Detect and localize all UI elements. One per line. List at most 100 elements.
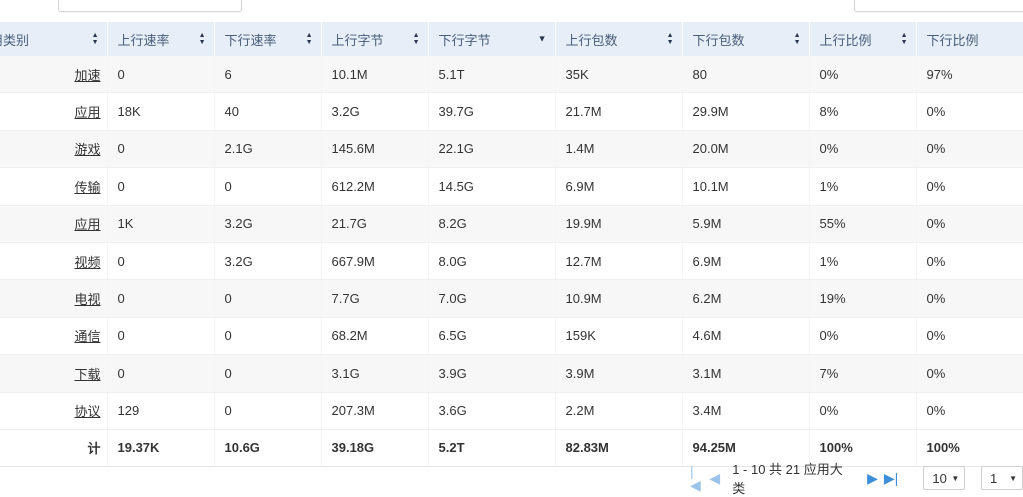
cell-up_pkts: 21.7M [555, 92, 683, 131]
cell-down_ratio: 0% [916, 354, 1023, 393]
sort-icon[interactable]: ▲ ▼ [199, 32, 206, 46]
sort-icon[interactable]: ▲ ▼ [92, 32, 99, 46]
column-header-down_ratio[interactable]: 下行比例 [916, 22, 1023, 56]
sort-icon[interactable]: ▲ ▼ [413, 32, 420, 46]
cell-up_rate: 1K [107, 205, 215, 243]
cell-up_bytes: 68.2M [321, 317, 429, 356]
cell-category: 应用 [0, 92, 108, 131]
cell-up_ratio: 0% [809, 130, 917, 169]
table-row: 视频 0 3.2G 667.9M 8.0G 12.7M 6.9M 1% 0% [0, 242, 1023, 281]
category-link[interactable]: 下载 [74, 367, 100, 382]
cell-up_pkts: 3.9M [555, 354, 683, 393]
cell-down_rate: 0 [214, 317, 322, 356]
cell-down_bytes: 6.5G [428, 317, 556, 356]
cell-down_rate: 3.2G [214, 205, 322, 243]
category-link[interactable]: 应用 [74, 217, 100, 232]
column-header-label: 上行包数 [565, 32, 618, 48]
table-row: 加速 0 6 10.1M 5.1T 35K 80 0% 97% [0, 56, 1023, 94]
category-link[interactable]: 应用 [74, 105, 100, 120]
page-size-select[interactable]: 10 ▼ [923, 466, 966, 490]
cell-down_rate: 0 [214, 354, 322, 393]
cell-up_rate: 129 [107, 392, 215, 430]
cell-down_rate: 6 [214, 56, 322, 94]
top-filter-input-right[interactable] [854, 0, 1023, 12]
column-header-label: 用类别 [0, 32, 30, 48]
cell-up_bytes: 3.2G [321, 92, 429, 131]
pagination-summary: 1 - 10 共 21 应用大类 [732, 462, 843, 496]
last-page-icon[interactable]: ▶| [884, 471, 898, 485]
column-header-up_pkts[interactable]: 上行包数 ▲ ▼ [555, 22, 683, 56]
cell-down_pkts: 29.9M [682, 92, 810, 131]
cell-category: 协议 [0, 392, 108, 430]
cell-down_bytes: 22.1G [428, 130, 556, 169]
cell-category: 加速 [0, 56, 108, 94]
cell-up_pkts: 35K [555, 56, 683, 94]
cell-down_pkts: 10.1M [682, 167, 810, 206]
cell-up_pkts: 10.9M [555, 279, 683, 318]
page-number-select[interactable]: 1 ▼ [981, 466, 1023, 490]
sort-icon[interactable]: ▲ ▼ [306, 32, 313, 46]
cell-down_bytes: 3.6G [428, 392, 556, 430]
table-row: 下载 0 0 3.1G 3.9G 3.9M 3.1M 7% 0% [0, 354, 1023, 393]
cell-category: 通信 [0, 317, 108, 356]
total-up_pkts: 82.83M [555, 429, 683, 467]
column-header-category[interactable]: 用类别 ▲▼ [0, 22, 108, 56]
column-header-up_rate[interactable]: 上行速率 ▲ ▼ [107, 22, 215, 56]
column-header-label: 上行速率 [117, 32, 170, 48]
sort-icon[interactable]: ▲ ▼ [901, 32, 908, 46]
cell-up_pkts: 159K [555, 317, 683, 356]
sort-desc-icon[interactable]: ▼ [538, 34, 547, 44]
category-link[interactable]: 加速 [74, 68, 100, 83]
cell-down_pkts: 4.6M [682, 317, 810, 356]
cell-up_ratio: 8% [809, 92, 917, 131]
cell-up_ratio: 0% [809, 317, 917, 356]
prev-page-icon[interactable]: ◀ [709, 471, 720, 485]
category-link[interactable]: 协议 [74, 404, 100, 419]
sort-icon[interactable]: ▲ ▼ [667, 32, 674, 46]
cell-up_rate: 0 [107, 354, 215, 393]
category-link[interactable]: 视频 [74, 255, 100, 270]
cell-down_ratio: 0% [916, 92, 1023, 131]
cell-down_ratio: 97% [916, 56, 1023, 94]
cell-up_rate: 0 [107, 242, 215, 281]
cell-up_bytes: 10.1M [321, 56, 429, 94]
table-row: 电视 0 0 7.7G 7.0G 10.9M 6.2M 19% 0% [0, 279, 1023, 318]
cell-up_ratio: 55% [809, 205, 917, 243]
column-header-up_bytes[interactable]: 上行字节 ▲ ▼ [321, 22, 429, 56]
column-header-down_rate[interactable]: 下行速率 ▲ ▼ [214, 22, 322, 56]
column-header-label: 上行比例 [819, 32, 872, 48]
column-header-down_pkts[interactable]: 下行包数 ▲ ▼ [682, 22, 810, 56]
first-page-icon[interactable]: |◀ [690, 464, 703, 492]
cell-up_ratio: 0% [809, 56, 917, 94]
top-filter-input-left[interactable] [58, 0, 242, 12]
chevron-down-icon: ▼ [951, 473, 960, 483]
cell-down_pkts: 6.9M [682, 242, 810, 281]
cell-category: 游戏 [0, 130, 108, 169]
column-header-down_bytes[interactable]: 下行字节 ▼ [428, 22, 556, 56]
total-up_rate: 19.37K [107, 429, 215, 467]
cell-up_rate: 0 [107, 279, 215, 318]
cell-up_bytes: 21.7G [321, 205, 429, 243]
table-row: 应用 18K 40 3.2G 39.7G 21.7M 29.9M 8% 0% [0, 92, 1023, 131]
column-header-label: 下行包数 [692, 32, 745, 48]
cell-up_bytes: 612.2M [321, 167, 429, 206]
table-row: 游戏 0 2.1G 145.6M 22.1G 1.4M 20.0M 0% 0% [0, 130, 1023, 169]
category-link[interactable]: 通信 [74, 329, 100, 344]
cell-down_ratio: 0% [916, 167, 1023, 206]
category-link[interactable]: 传输 [74, 180, 100, 195]
cell-down_ratio: 0% [916, 130, 1023, 169]
cell-up_rate: 0 [107, 317, 215, 356]
cell-down_bytes: 3.9G [428, 354, 556, 393]
next-page-icon[interactable]: ▶ [867, 471, 878, 485]
column-header-up_ratio[interactable]: 上行比例 ▲ ▼ [809, 22, 917, 56]
category-link[interactable]: 游戏 [74, 142, 100, 157]
cell-down_pkts: 6.2M [682, 279, 810, 318]
cell-up_rate: 18K [107, 92, 215, 131]
cell-down_bytes: 8.2G [428, 205, 556, 243]
category-link[interactable]: 电视 [74, 292, 100, 307]
table-row: 传输 0 0 612.2M 14.5G 6.9M 10.1M 1% 0% [0, 167, 1023, 206]
cell-category: 下载 [0, 354, 108, 393]
cell-down_pkts: 5.9M [682, 205, 810, 243]
cell-up_pkts: 2.2M [555, 392, 683, 430]
sort-icon[interactable]: ▲ ▼ [794, 32, 801, 46]
